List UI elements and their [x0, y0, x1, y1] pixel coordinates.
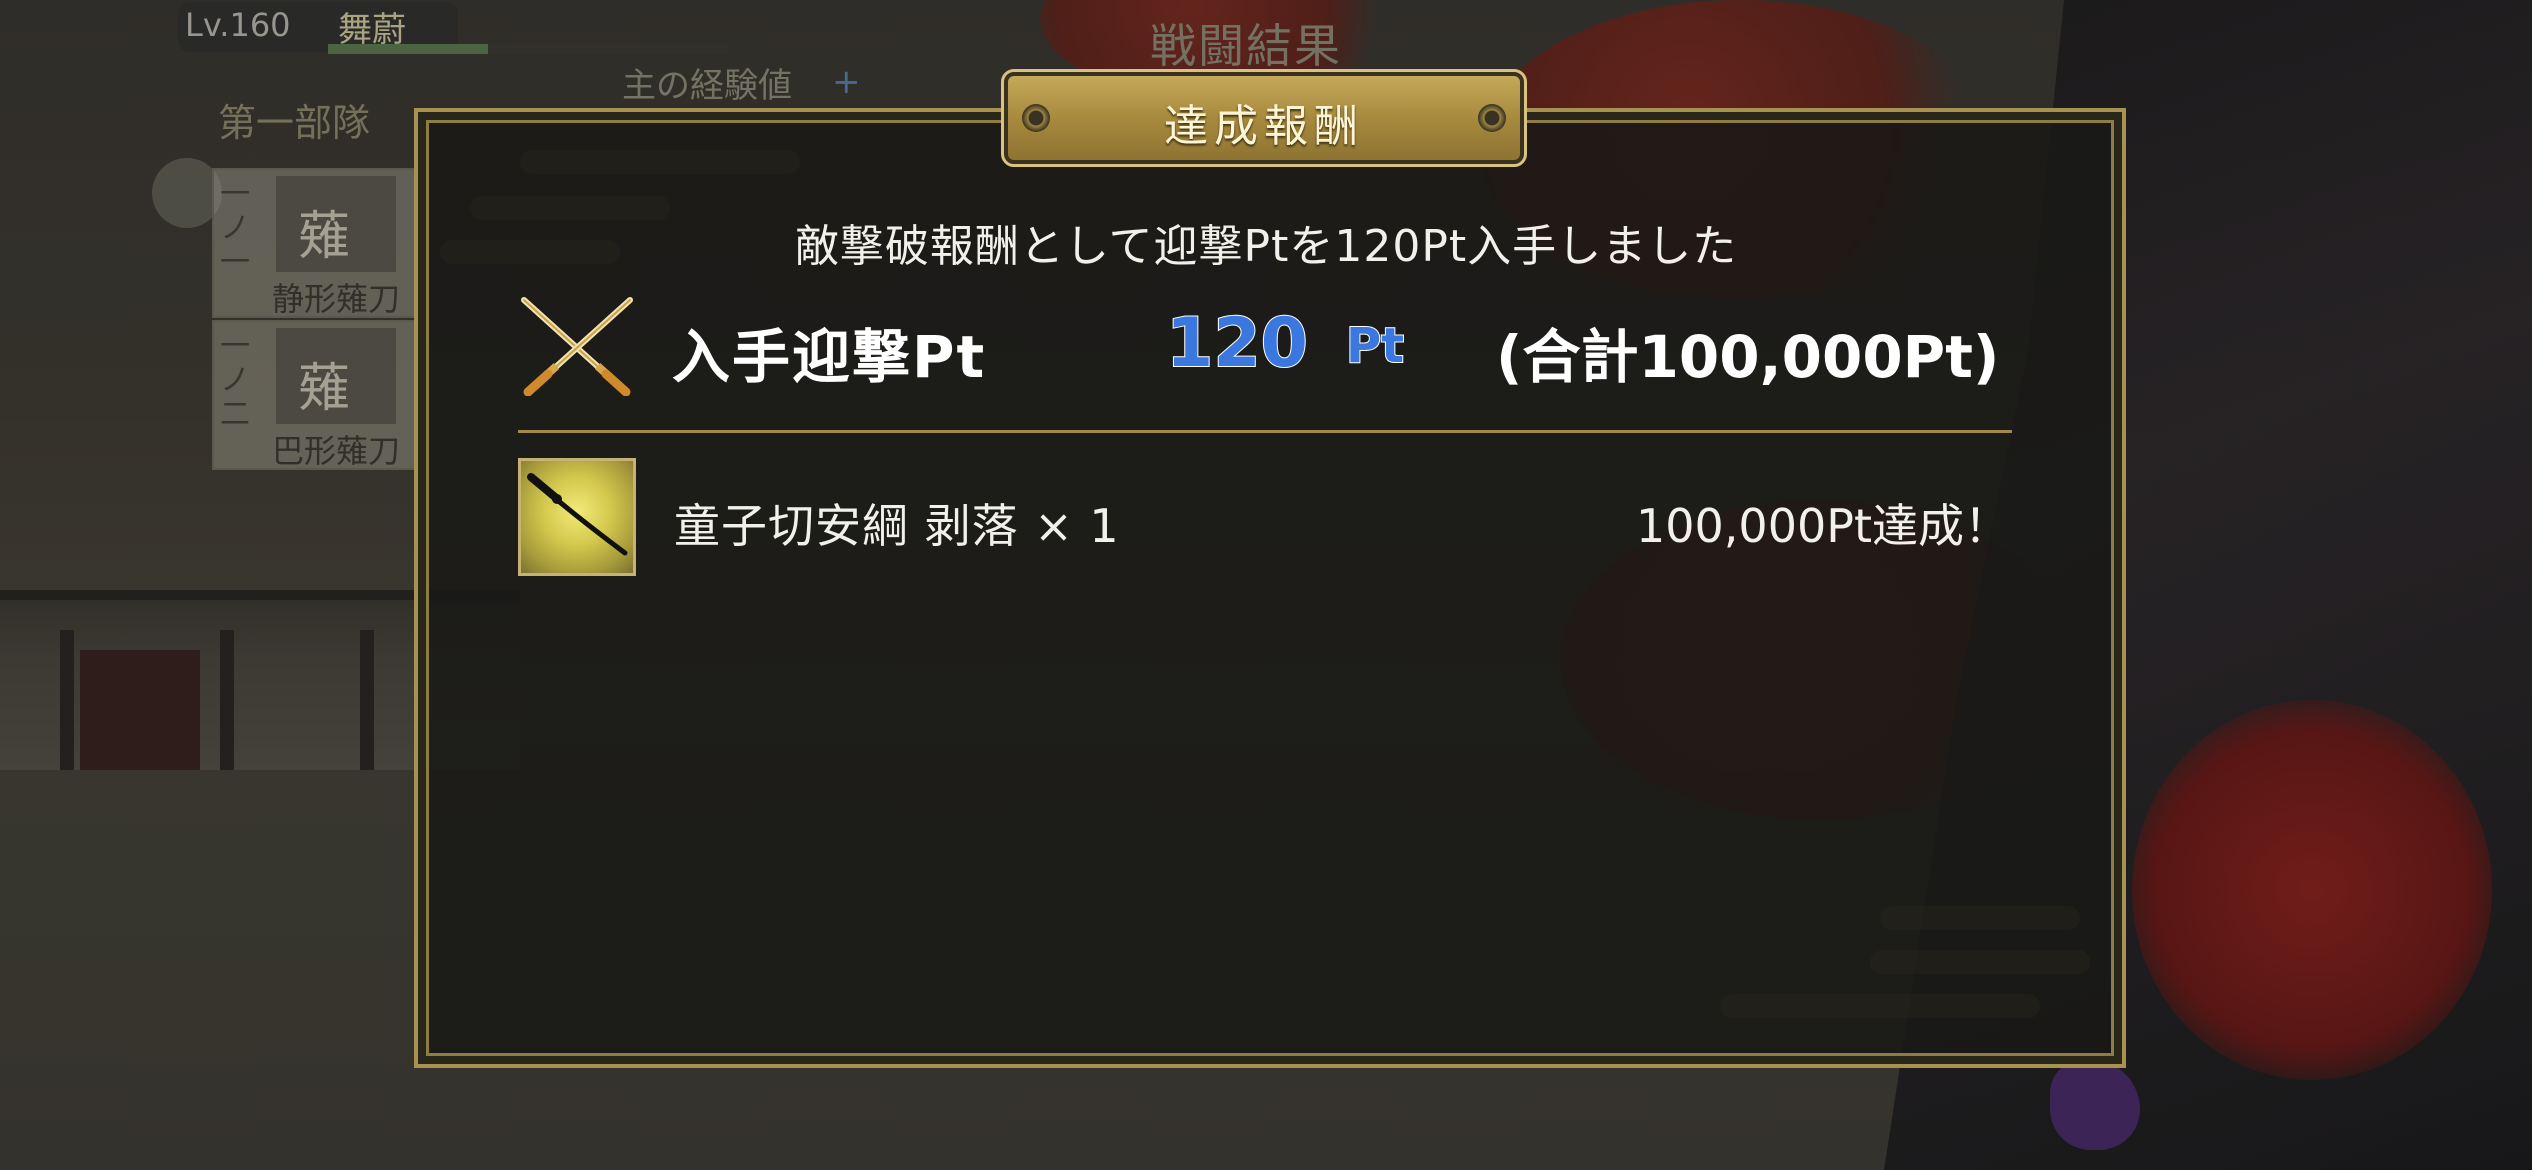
crossed-swords-icon	[521, 297, 633, 396]
points-total: (合計100,000Pt)	[1496, 323, 2000, 391]
divider	[518, 430, 2012, 433]
points-unit: Pt	[1345, 317, 1405, 375]
dialog-title: 達成報酬	[1164, 101, 1364, 152]
reward-condition: 100,000Pt達成！	[1636, 499, 2010, 553]
points-value: 120	[1165, 303, 1309, 384]
dialog-title-plate: 達成報酬	[1001, 69, 1527, 167]
points-label: 入手迎撃Pt	[672, 323, 987, 391]
reward-message: 敵撃破報酬として迎撃Ptを120Pt入手しました	[794, 221, 1738, 272]
katana-icon	[527, 473, 628, 556]
sword-item-icon	[518, 458, 636, 576]
reward-item-name: 童子切安綱 剥落 × 1	[674, 499, 1120, 553]
game-screen[interactable]: Lv.160 舞蔚 戦闘結果 主の経験値 + 第一部隊 一ノ一 薙 静形薙刀 一…	[0, 0, 2532, 1170]
ornament-knob-icon	[1478, 104, 1506, 132]
